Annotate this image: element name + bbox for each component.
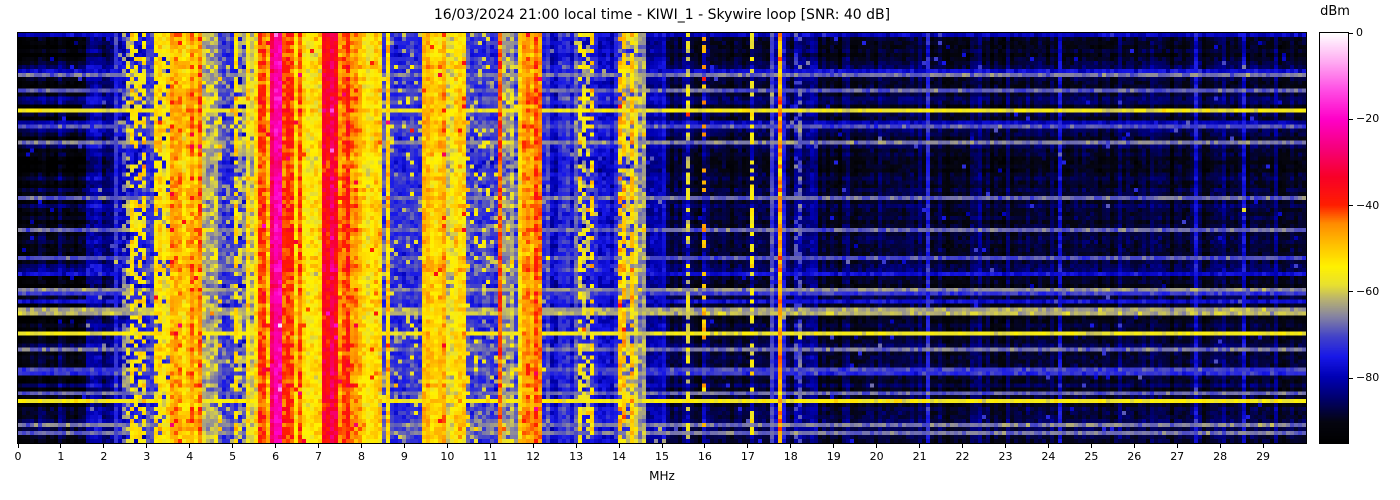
colorbar-tick-label: −80 xyxy=(1356,371,1380,385)
x-tick-label: 1 xyxy=(57,450,65,463)
x-tick-mark xyxy=(962,444,964,448)
x-tick-label: 18 xyxy=(783,450,798,463)
x-tick-label: 4 xyxy=(186,450,194,463)
chart-title: 16/03/2024 21:00 local time - KIWI_1 - S… xyxy=(433,7,891,23)
colorbar-tick-label: −20 xyxy=(1356,112,1380,126)
x-tick-mark xyxy=(618,444,620,448)
x-tick-label: 17 xyxy=(740,450,755,463)
x-tick-mark xyxy=(232,444,234,448)
x-tick-label: 10 xyxy=(440,450,455,463)
x-tick-label: 0 xyxy=(14,450,22,463)
x-tick-mark xyxy=(146,444,148,448)
x-tick-label: 21 xyxy=(912,450,927,463)
x-tick-label: 5 xyxy=(229,450,237,463)
plot-frame xyxy=(17,32,1307,444)
x-tick-label: 23 xyxy=(998,450,1013,463)
x-tick-label: 2 xyxy=(100,450,108,463)
colorbar-tick-label: −60 xyxy=(1356,284,1380,298)
colorbar-tick-label: 0 xyxy=(1356,26,1363,39)
colorbar-frame xyxy=(1319,32,1349,444)
x-tick-label: 3 xyxy=(143,450,151,463)
x-tick-mark xyxy=(103,444,105,448)
x-tick-mark xyxy=(403,444,405,448)
x-tick-label: 9 xyxy=(400,450,408,463)
x-tick-label: 27 xyxy=(1170,450,1185,463)
x-tick-label: 8 xyxy=(357,450,365,463)
colorbar-tick-mark xyxy=(1349,118,1353,120)
x-tick-mark xyxy=(189,444,191,448)
x-tick-mark xyxy=(704,444,706,448)
x-tick-label: 29 xyxy=(1256,450,1271,463)
colorbar-gradient xyxy=(1320,33,1348,443)
colorbar-tick-mark xyxy=(1349,205,1353,207)
x-tick-mark xyxy=(1262,444,1264,448)
x-tick-mark xyxy=(60,444,62,448)
x-tick-mark xyxy=(575,444,577,448)
x-tick-mark xyxy=(360,444,362,448)
x-tick-label: 26 xyxy=(1127,450,1142,463)
x-tick-mark xyxy=(876,444,878,448)
x-tick-mark xyxy=(17,444,19,448)
x-tick-mark xyxy=(661,444,663,448)
x-tick-label: 24 xyxy=(1041,450,1056,463)
x-axis-label: MHz xyxy=(649,469,675,483)
x-tick-mark xyxy=(1133,444,1135,448)
x-tick-mark xyxy=(1090,444,1092,448)
x-tick-label: 7 xyxy=(315,450,323,463)
colorbar-tick-label: −40 xyxy=(1356,198,1380,212)
x-tick-label: 20 xyxy=(869,450,884,463)
colorbar-tick-mark xyxy=(1349,291,1353,293)
x-tick-label: 15 xyxy=(655,450,669,463)
x-tick-mark xyxy=(1176,444,1178,448)
colorbar-unit-label: dBm xyxy=(1320,4,1350,19)
x-tick-mark xyxy=(1004,444,1006,448)
x-tick-mark xyxy=(532,444,534,448)
spectrogram-figure: 16/03/2024 21:00 local time - KIWI_1 - S… xyxy=(0,0,1400,500)
x-tick-mark xyxy=(747,444,749,448)
x-tick-mark xyxy=(318,444,320,448)
x-tick-label: 25 xyxy=(1084,450,1099,463)
x-tick-mark xyxy=(1047,444,1049,448)
waterfall-heatmap xyxy=(18,33,1306,443)
x-tick-label: 19 xyxy=(826,450,841,463)
x-tick-label: 28 xyxy=(1213,450,1228,463)
x-tick-mark xyxy=(790,444,792,448)
colorbar-tick-mark xyxy=(1349,32,1353,34)
x-tick-mark xyxy=(446,444,448,448)
x-tick-mark xyxy=(275,444,277,448)
x-tick-label: 14 xyxy=(612,450,627,463)
x-tick-mark xyxy=(489,444,491,448)
x-tick-label: 16 xyxy=(697,450,712,463)
x-tick-label: 13 xyxy=(569,450,584,463)
x-tick-mark xyxy=(833,444,835,448)
x-tick-mark xyxy=(919,444,921,448)
x-tick-label: 12 xyxy=(526,450,541,463)
colorbar-tick-mark xyxy=(1349,377,1353,379)
x-tick-mark xyxy=(1219,444,1221,448)
x-tick-label: 22 xyxy=(955,450,970,463)
x-tick-label: 6 xyxy=(272,450,280,463)
x-tick-label: 11 xyxy=(483,450,498,463)
